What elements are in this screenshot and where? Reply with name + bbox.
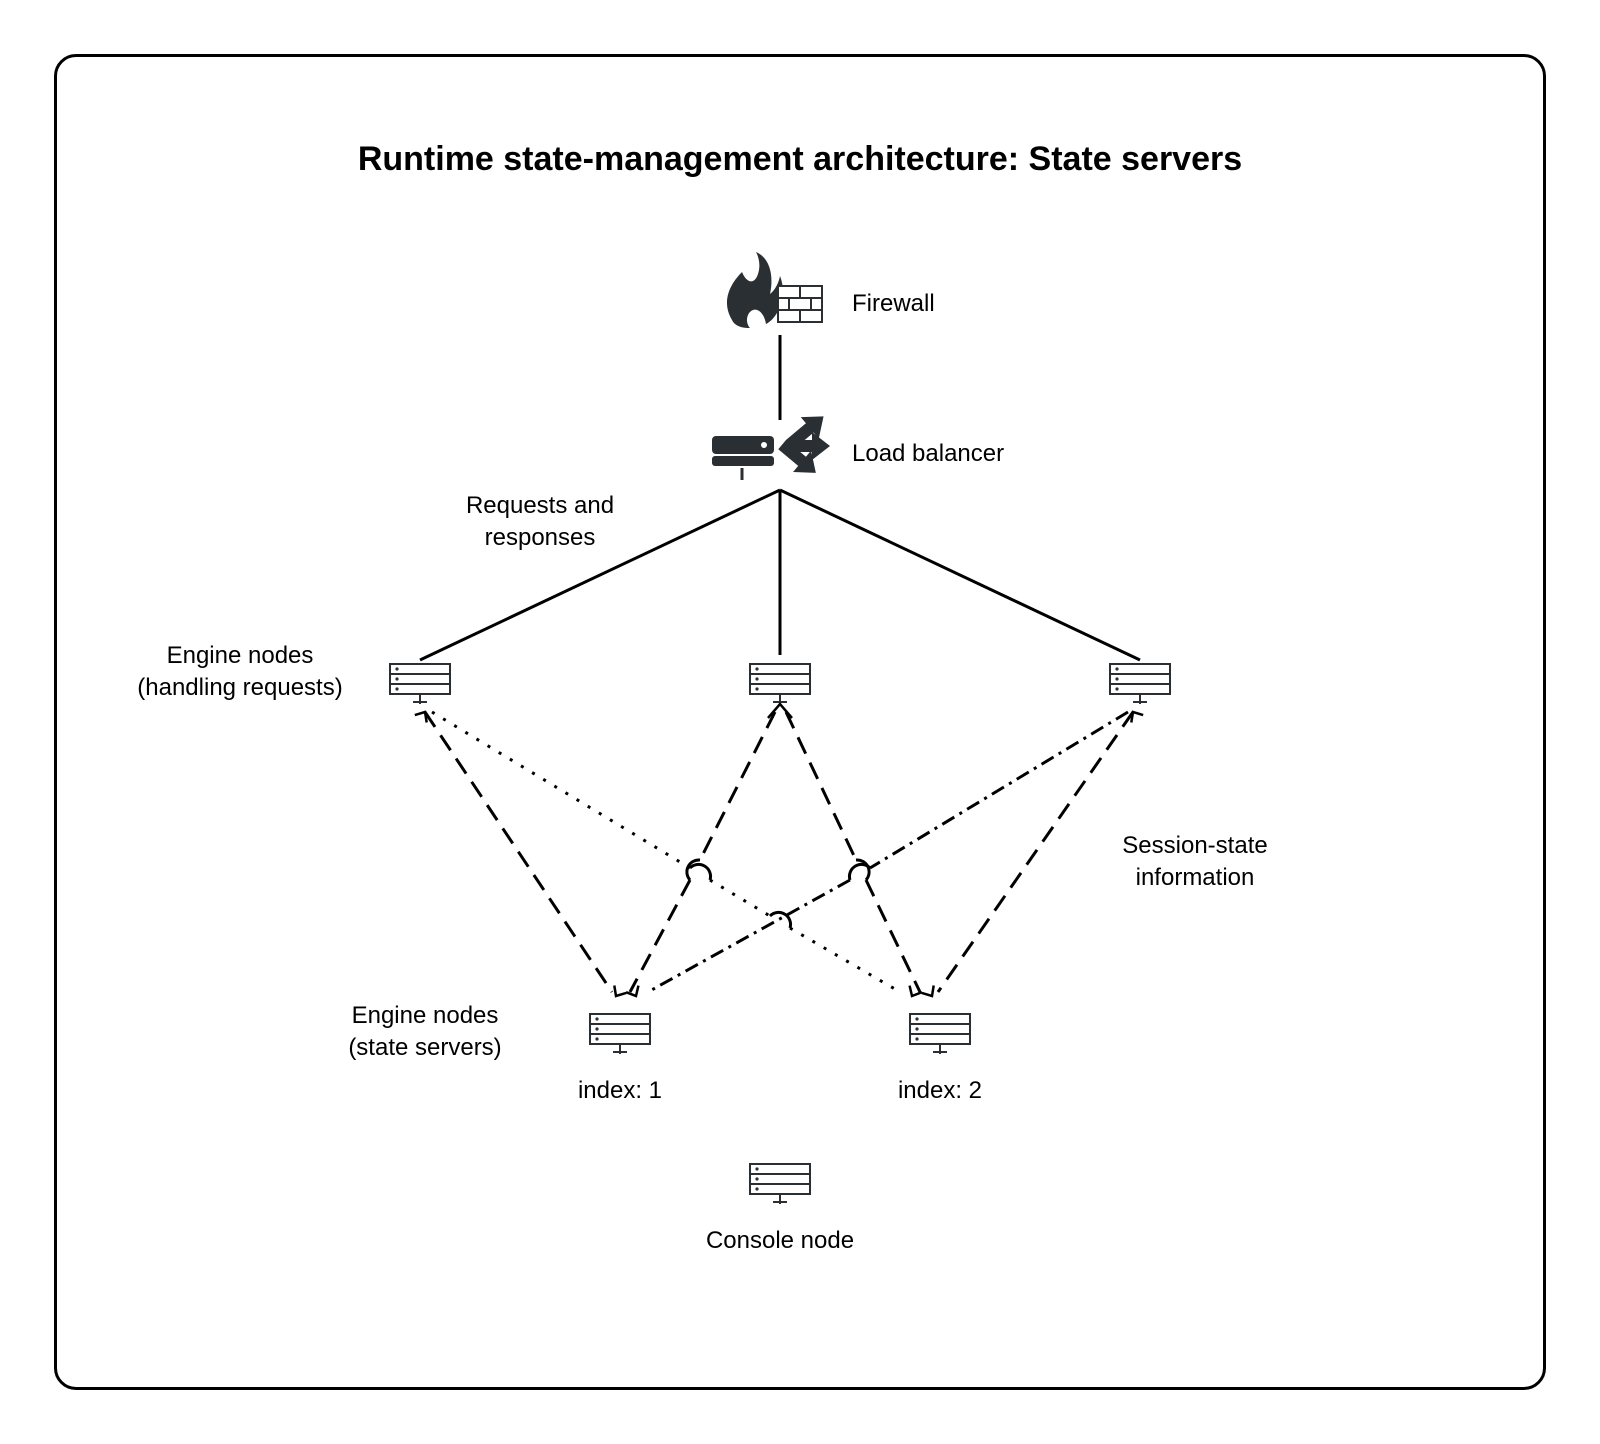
diagram-canvas: Runtime state-management architecture: S… xyxy=(0,0,1600,1444)
engine-node-2-icon xyxy=(750,664,810,704)
engine-node-1-icon xyxy=(390,664,450,704)
session-state-label: Session-stateinformation xyxy=(1080,830,1310,895)
engine-node-3-icon xyxy=(1110,664,1170,704)
engine-nodes-state-label: Engine nodes(state servers) xyxy=(310,1000,540,1065)
state-server-2-icon xyxy=(910,1014,970,1054)
engine-nodes-handling-label: Engine nodes(handling requests) xyxy=(110,640,370,705)
connectors-engines-stateservers xyxy=(425,712,1133,992)
requests-responses-label: Requests andresponses xyxy=(410,490,670,555)
state-server-1-index-label: index: 1 xyxy=(555,1075,685,1107)
state-server-1-icon xyxy=(590,1014,650,1054)
state-server-2-index-label: index: 2 xyxy=(875,1075,1005,1107)
console-node-label: Console node xyxy=(670,1225,890,1257)
load-balancer-icon xyxy=(712,406,833,484)
firewall-icon xyxy=(727,252,822,328)
console-node-icon xyxy=(750,1164,810,1204)
load-balancer-label: Load balancer xyxy=(852,438,1004,470)
firewall-label: Firewall xyxy=(852,288,935,320)
